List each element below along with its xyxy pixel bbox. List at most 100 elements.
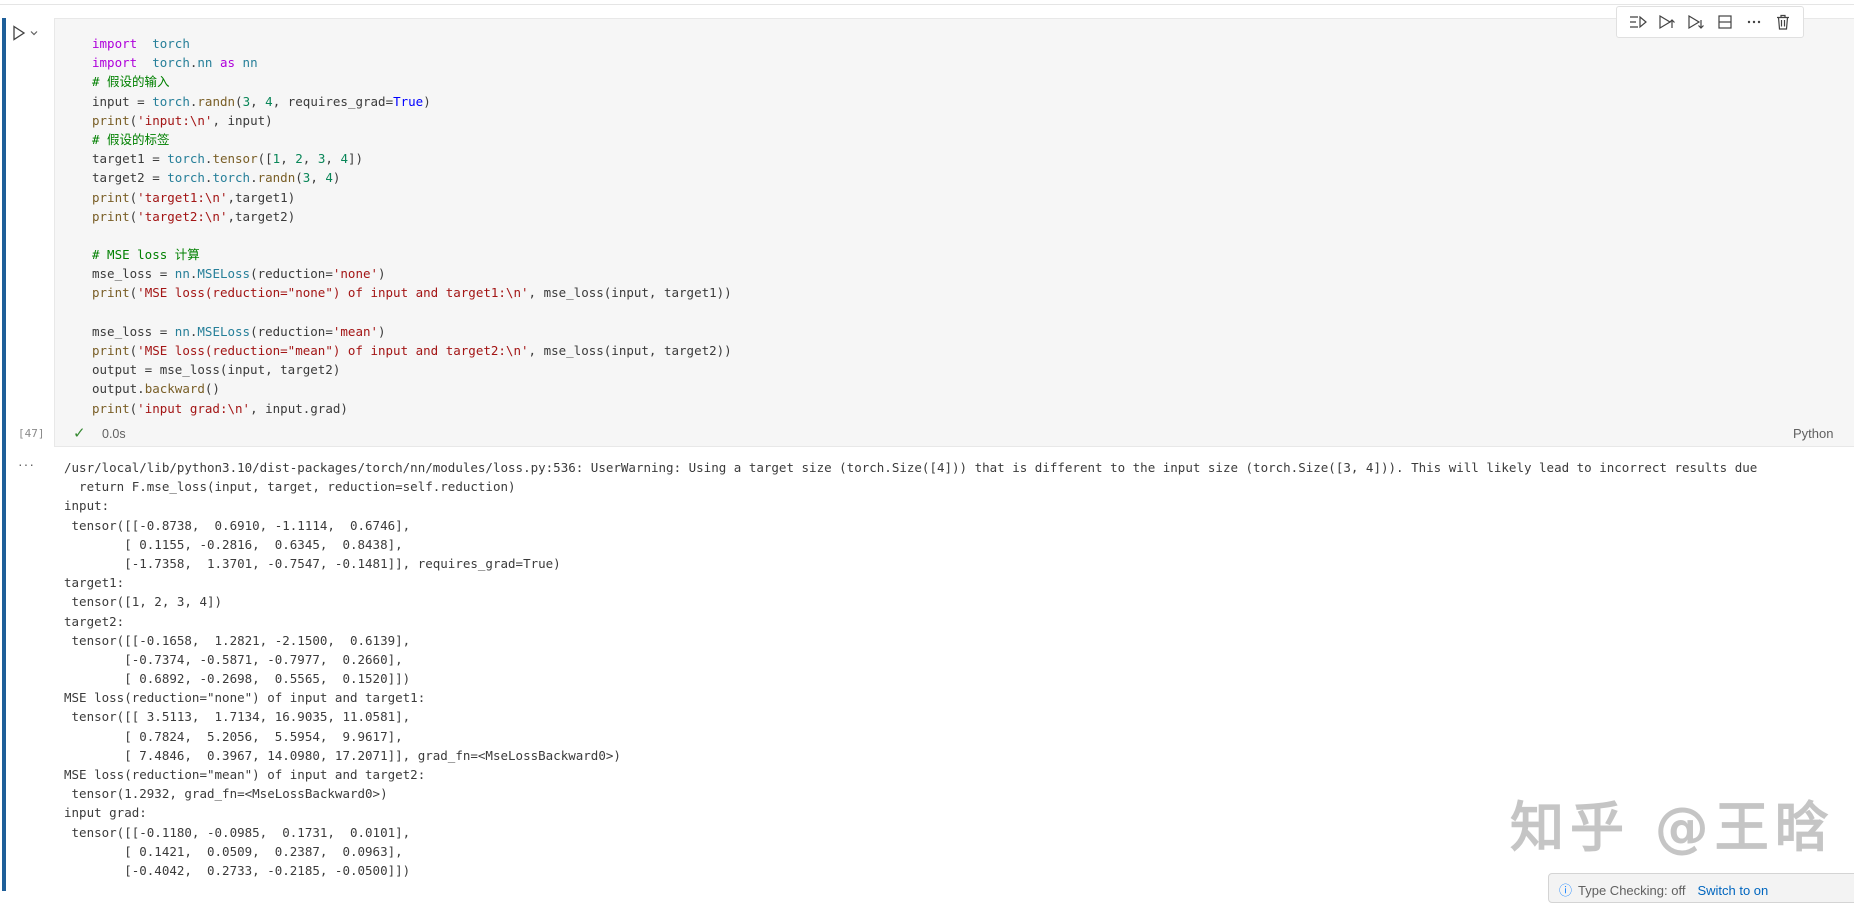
output-line: target2: xyxy=(64,613,125,629)
code-token: (reduction= xyxy=(250,266,333,282)
output-line: [-0.7374, -0.5871, -0.7977, 0.2660], xyxy=(64,651,403,667)
code-token: print xyxy=(92,285,130,301)
code-token: , xyxy=(280,151,296,167)
code-token: 3 xyxy=(242,93,251,109)
code-line: # MSE loss 计算 xyxy=(92,245,732,264)
code-line: target1 = torch.tensor([1, 2, 3, 4]) xyxy=(92,149,732,168)
code-token: , xyxy=(325,151,341,167)
code-line: print('target1:\n',target1) xyxy=(92,188,732,207)
cell-focus-indicator xyxy=(2,18,6,891)
code-line: import torch.nn as nn xyxy=(92,53,732,72)
code-token: 2 xyxy=(295,151,303,167)
code-token: output. xyxy=(92,381,145,397)
code-line: print('target2:\n',target2) xyxy=(92,207,732,226)
chevron-down-icon[interactable] xyxy=(29,28,39,38)
code-token: 'input grad:\n' xyxy=(137,400,251,416)
code-token: ) xyxy=(378,323,386,339)
play-icon xyxy=(13,25,26,41)
output-line: tensor([[-0.1658, 1.2821, -2.1500, 0.613… xyxy=(64,632,411,648)
code-token: ([ xyxy=(257,151,273,167)
code-token: tensor xyxy=(212,151,258,167)
split-cell-icon[interactable] xyxy=(1712,9,1738,35)
code-token: , mse_loss(input, target1)) xyxy=(528,285,732,301)
code-token: ) xyxy=(332,170,341,186)
output-line: [ 7.4846, 0.3967, 14.0980, 17.2071]], gr… xyxy=(64,747,621,763)
code-line: print('input grad:\n', input.grad) xyxy=(92,399,732,418)
output-line: /usr/local/lib/python3.10/dist-packages/… xyxy=(64,460,1758,475)
code-token: target2 = xyxy=(92,170,168,186)
code-token: # 假设的标签 xyxy=(92,131,170,147)
top-divider xyxy=(0,4,1854,5)
output-line: tensor([[ 3.5113, 1.7134, 16.9035, 11.05… xyxy=(64,709,411,725)
code-cell-editor[interactable]: import torch import torch.nn as nn # 假设的输入… xyxy=(54,18,1854,447)
code-token: ]) xyxy=(347,151,364,167)
code-line: # 假设的标签 xyxy=(92,130,732,149)
code-token: mse_loss = xyxy=(92,266,175,282)
code-line: # 假设的输入 xyxy=(92,72,732,91)
cell-toolbar xyxy=(1616,6,1804,38)
code-token: mse_loss = xyxy=(92,323,175,339)
code-token: 'MSE loss(reduction="none") of input and… xyxy=(137,285,529,301)
cell-language[interactable]: Python xyxy=(1793,426,1833,441)
code-token: ( xyxy=(295,170,303,186)
code-token: True xyxy=(393,93,424,109)
code-token: import xyxy=(92,36,138,51)
code-token: 'none' xyxy=(332,266,379,282)
code-token: print xyxy=(92,189,130,205)
success-check-icon: ✓ xyxy=(73,425,86,442)
code-token: , mse_loss(input, target2)) xyxy=(528,343,732,358)
code-token: () xyxy=(204,381,220,397)
execute-above-icon[interactable] xyxy=(1654,9,1680,35)
code-token: randn xyxy=(257,170,296,186)
code-token: , xyxy=(250,93,266,109)
output-line: tensor([[-0.8738, 0.6910, -1.1114, 0.674… xyxy=(64,517,411,533)
code-token: 'mean' xyxy=(332,323,379,339)
output-line: [ 0.1155, -0.2816, 0.6345, 0.8438], xyxy=(64,536,403,552)
code-line: print('MSE loss(reduction="mean") of inp… xyxy=(92,341,732,360)
code-content[interactable]: import torch import torch.nn as nn # 假设的输入… xyxy=(92,34,732,418)
output-line: input: xyxy=(64,498,110,514)
code-token: torch xyxy=(167,170,205,186)
code-token: import xyxy=(92,55,138,71)
code-line: output.backward() xyxy=(92,379,732,398)
code-token: nn xyxy=(174,266,190,282)
output-line: [ 0.7824, 5.2056, 5.5954, 9.9617], xyxy=(64,728,403,744)
code-token: randn xyxy=(197,93,236,109)
code-token: torch xyxy=(152,93,190,109)
code-token: ,target2) xyxy=(227,208,296,224)
code-token: print xyxy=(92,208,130,224)
output-line: tensor([1, 2, 3, 4]) xyxy=(64,594,223,610)
run-cell-button[interactable] xyxy=(12,22,44,44)
output-more-icon[interactable]: ··· xyxy=(18,456,35,472)
code-token: # MSE loss 计算 xyxy=(92,247,200,263)
code-line: target2 = torch.torch.randn(3, 4) xyxy=(92,168,732,187)
code-token: torch xyxy=(167,151,205,167)
code-token: output = mse_loss(input, target2) xyxy=(92,362,341,378)
code-token: # 假设的输入 xyxy=(92,74,170,90)
code-token: as xyxy=(212,55,236,71)
code-token: backward xyxy=(144,381,205,397)
code-line: import torch xyxy=(92,34,732,53)
code-token: MSELoss xyxy=(197,323,251,339)
code-line: print('MSE loss(reduction="none") of inp… xyxy=(92,283,732,302)
more-actions-icon[interactable] xyxy=(1741,9,1767,35)
delete-icon[interactable] xyxy=(1770,9,1796,35)
code-token: 4 xyxy=(265,93,273,109)
code-token: , requires_grad= xyxy=(272,93,394,109)
code-token: nn xyxy=(235,55,258,71)
code-token: 4 xyxy=(340,151,348,167)
code-token: ( xyxy=(235,93,243,109)
code-token: , xyxy=(310,170,326,186)
code-token: ) xyxy=(378,266,386,282)
output-line: return F.mse_loss(input, target, reducti… xyxy=(64,479,516,495)
output-line: MSE loss(reduction="mean") of input and … xyxy=(64,767,426,782)
run-by-line-icon[interactable] xyxy=(1625,9,1651,35)
execute-below-icon[interactable] xyxy=(1683,9,1709,35)
code-token: 4 xyxy=(325,170,333,186)
code-line: mse_loss = nn.MSELoss(reduction='none') xyxy=(92,264,732,283)
code-token: , xyxy=(302,151,318,167)
output-line: target1: xyxy=(64,575,125,591)
